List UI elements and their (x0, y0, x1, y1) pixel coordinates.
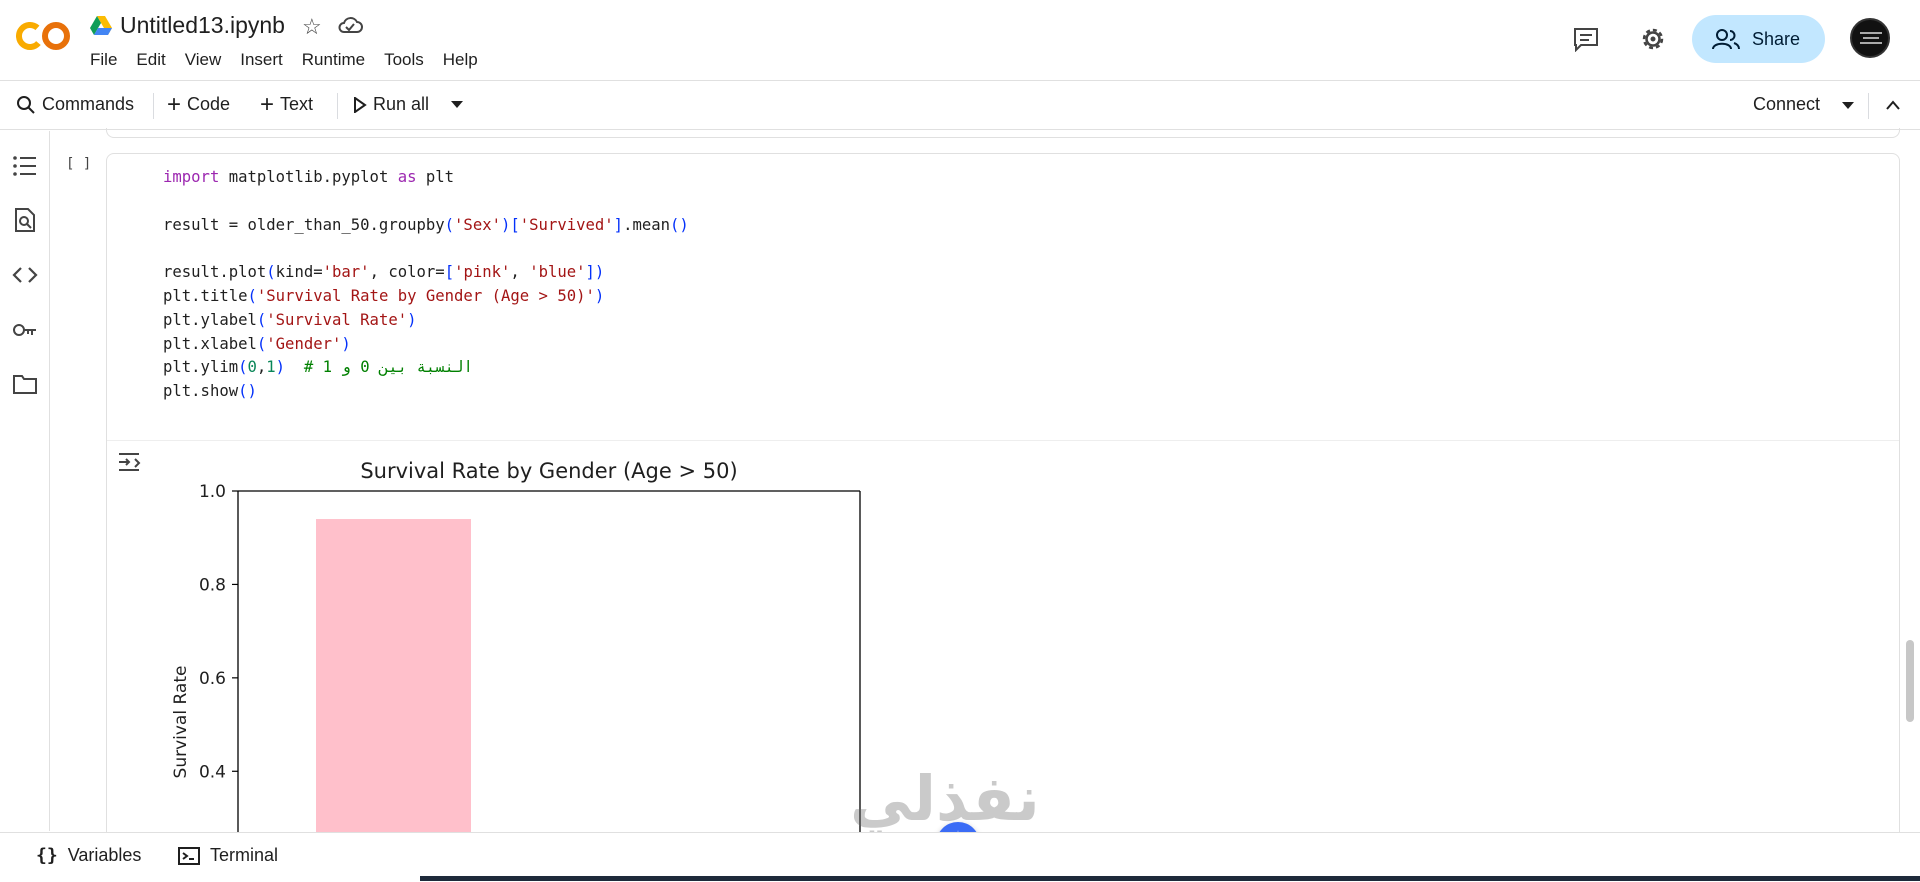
y-tick-label: 0.6 (199, 669, 226, 689)
menu-insert[interactable]: Insert (240, 50, 294, 70)
run-all-button[interactable]: Run all (353, 94, 429, 115)
menu-help[interactable]: Help (443, 50, 489, 70)
code-line: plt.ylabel('Survival Rate') (163, 310, 417, 329)
share-button[interactable]: Share (1692, 15, 1825, 63)
connect-button[interactable]: Connect (1753, 94, 1820, 115)
braces-icon: {} (36, 845, 58, 866)
menu-edit[interactable]: Edit (136, 50, 176, 70)
y-axis-label: Survival Rate (171, 666, 191, 779)
code-line: import matplotlib.pyplot as plt (163, 168, 455, 186)
bottom-bar: {} Variables Terminal (0, 832, 1920, 881)
menu-runtime[interactable]: Runtime (302, 50, 376, 70)
folder-icon[interactable] (12, 371, 38, 397)
add-text-label: Text (280, 94, 314, 114)
app-header: Untitled13.ipynb ☆ File Edit View Insert… (0, 0, 1920, 80)
menu-view[interactable]: View (185, 50, 233, 70)
taskbar-strip (0, 876, 1920, 881)
share-label: Share (1752, 28, 1801, 49)
variables-button[interactable]: {} Variables (36, 845, 141, 866)
menu-file[interactable]: File (90, 50, 128, 70)
table-of-contents-icon[interactable] (12, 153, 38, 179)
star-icon[interactable]: ☆ (302, 14, 322, 40)
chevron-down-icon[interactable] (451, 101, 463, 109)
y-tick-label: 1.0 (199, 482, 226, 502)
terminal-button[interactable]: Terminal (178, 845, 278, 866)
notebook-title[interactable]: Untitled13.ipynb (120, 12, 285, 39)
play-icon (354, 96, 367, 113)
previous-cell-edge (106, 128, 1900, 138)
terminal-icon (178, 846, 200, 865)
code-line: result.plot(kind='bar', color=['pink', '… (163, 263, 605, 282)
code-editor[interactable]: import matplotlib.pyplot as plt result =… (163, 166, 689, 404)
connect-chevron-down-icon[interactable] (1842, 102, 1854, 110)
cell-run-indicator[interactable]: [ ] (66, 156, 91, 172)
toolbar-divider (153, 93, 154, 119)
plus-icon: + (260, 90, 275, 118)
code-line: plt.show() (163, 382, 257, 401)
key-icon[interactable] (12, 317, 38, 343)
chart-title: Survival Rate by Gender (Age > 50) (360, 459, 737, 483)
code-line: plt.ylim(0,1) # النسبة بين 0 و 1 (163, 358, 473, 377)
find-in-document-icon[interactable] (12, 207, 38, 233)
cell-output-divider (107, 440, 1899, 441)
connect-label: Connect (1753, 94, 1821, 114)
chart-bar (316, 519, 471, 832)
gear-icon[interactable] (1638, 24, 1668, 54)
avatar[interactable] (1850, 18, 1890, 58)
chevron-up-icon[interactable] (1885, 99, 1901, 111)
cloud-saved-icon[interactable] (337, 14, 363, 36)
people-icon (1712, 29, 1740, 50)
commands-label: Commands (42, 94, 135, 114)
colab-logo[interactable] (16, 18, 72, 54)
code-line: plt.title('Survival Rate by Gender (Age … (163, 286, 605, 305)
bar-chart: 1.0 0.8 0.6 0.4 Survival Rate by Gender (Age… (171, 459, 861, 832)
comment-icon[interactable] (1572, 26, 1600, 52)
add-code-label: Code (187, 94, 231, 114)
left-rail (0, 131, 50, 831)
add-code-button[interactable]: + Code (167, 90, 231, 118)
menu-bar: File Edit View Insert Runtime Tools Help (90, 50, 497, 70)
output-actions-icon[interactable] (117, 451, 143, 473)
commands-button[interactable]: Commands (16, 94, 134, 115)
search-icon (17, 95, 35, 114)
menu-tools[interactable]: Tools (384, 50, 435, 70)
plus-icon: + (167, 90, 182, 118)
add-text-button[interactable]: + Text (260, 90, 314, 118)
code-line: plt.xlabel('Gender') (163, 334, 351, 353)
toolbar-divider (337, 93, 338, 119)
scrollbar-thumb[interactable] (1906, 640, 1914, 722)
y-tick-label: 0.8 (199, 575, 226, 595)
toolbar-divider (1868, 93, 1869, 119)
y-tick-label: 0.4 (199, 762, 226, 782)
terminal-label: Terminal (210, 845, 279, 865)
code-snippets-icon[interactable] (12, 262, 38, 288)
notebook-toolbar: Commands + Code + Text Run all Connect (0, 80, 1920, 130)
drive-icon (90, 16, 112, 35)
code-line: result = older_than_50.groupby('Sex')['S… (163, 215, 689, 234)
variables-label: Variables (67, 845, 142, 865)
run-all-label: Run all (373, 94, 430, 114)
